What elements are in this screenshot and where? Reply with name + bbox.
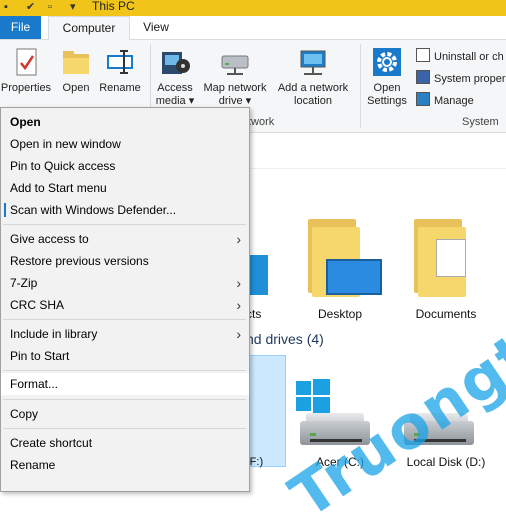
menu-item-label: Include in library <box>10 327 98 341</box>
menu-item-copy[interactable]: Copy <box>1 403 249 425</box>
chevron-right-icon: › <box>236 231 241 247</box>
menu-item-create-shortcut[interactable]: Create shortcut <box>1 432 249 454</box>
menu-item-label: 7-Zip <box>10 276 38 290</box>
windows-logo-icon <box>296 379 330 416</box>
open-button[interactable]: Open <box>58 46 94 95</box>
system-properties-icon <box>416 70 430 84</box>
menu-item-label: CRC SHA <box>10 298 65 312</box>
menu-item-crc-sha[interactable]: CRC SHA › <box>1 294 249 316</box>
tab-computer[interactable]: Computer <box>48 16 130 40</box>
title-bar: ▪ ✔ ▫ ▾ This PC <box>0 0 506 16</box>
uninstall-label: Uninstall or ch <box>434 51 504 63</box>
system-properties-button[interactable]: System proper <box>416 70 506 85</box>
rename-label: Rename <box>99 82 141 94</box>
menu-item-label: Restore previous versions <box>10 254 149 268</box>
ribbon-separator <box>360 44 361 128</box>
menu-separator <box>3 319 246 320</box>
new-folder-quick-icon[interactable]: ▫ <box>48 1 60 13</box>
tab-file[interactable]: File <box>0 16 41 39</box>
menu-item-label: Add to Start menu <box>10 181 107 195</box>
group-label-system: System <box>462 116 499 128</box>
explorer-icon[interactable]: ▪ <box>4 1 16 13</box>
access-media-button[interactable]: Access media ▾ <box>154 46 196 108</box>
manage-icon <box>416 92 430 106</box>
manage-label: Manage <box>434 95 474 107</box>
defender-icon <box>4 203 6 217</box>
menu-separator <box>3 399 246 400</box>
documents-label: Documents <box>415 307 477 321</box>
menu-item-label: Copy <box>10 407 39 421</box>
menu-item-label: Pin to Start <box>10 349 70 363</box>
map-network-drive-label: Map network drive ▾ <box>203 82 267 107</box>
menu-item-open-new-window[interactable]: Open in new window <box>1 133 249 155</box>
add-network-location-label: Add a network location <box>277 82 349 107</box>
rename-icon <box>104 46 136 78</box>
drive-f-selected[interactable] <box>246 355 286 467</box>
uninstall-icon <box>416 48 430 62</box>
menu-item-open[interactable]: Open <box>1 111 249 133</box>
uninstall-button[interactable]: Uninstall or ch <box>416 48 504 63</box>
chevron-right-icon: › <box>236 275 241 291</box>
menu-item-7zip[interactable]: 7-Zip › <box>1 272 249 294</box>
menu-item-label: Rename <box>10 458 56 472</box>
properties-icon <box>10 46 42 78</box>
gear-icon <box>371 46 403 78</box>
menu-separator <box>3 224 246 225</box>
map-network-drive-button[interactable]: Map network drive ▾ <box>199 46 271 108</box>
menu-item-restore-versions[interactable]: Restore previous versions <box>1 250 249 272</box>
system-properties-label: System proper <box>434 73 506 85</box>
menu-item-add-start-menu[interactable]: Add to Start menu <box>1 177 249 199</box>
menu-item-rename[interactable]: Rename <box>1 454 249 476</box>
menu-item-label: Scan with Windows Defender... <box>10 203 177 217</box>
open-label: Open <box>62 82 90 94</box>
media-icon <box>159 46 191 78</box>
properties-button[interactable]: Properties <box>0 46 52 95</box>
menu-item-include-library[interactable]: Include in library › <box>1 323 249 345</box>
menu-item-pin-quick-access[interactable]: Pin to Quick access <box>1 155 249 177</box>
rename-button[interactable]: Rename <box>98 46 142 95</box>
dropdown-quick-icon[interactable]: ▾ <box>70 1 82 13</box>
group-label-network: twork <box>248 116 275 128</box>
network-drive-icon <box>219 46 251 78</box>
desktop-icon <box>326 259 382 295</box>
desktop-label: Desktop <box>317 307 363 321</box>
menu-item-scan-defender[interactable]: Scan with Windows Defender... <box>1 199 249 221</box>
properties-quick-icon[interactable]: ✔ <box>26 1 38 13</box>
desktop-folder[interactable] <box>300 219 382 299</box>
context-menu: Open Open in new window Pin to Quick acc… <box>0 107 250 492</box>
network-location-icon <box>297 46 329 78</box>
menu-item-label: Format... <box>10 377 59 391</box>
menu-separator <box>3 428 246 429</box>
documents-icon <box>436 239 466 277</box>
menu-item-label: Pin to Quick access <box>10 159 116 173</box>
menu-item-format[interactable]: Format... <box>1 373 249 395</box>
ribbon-tabs: File Computer View <box>0 16 506 40</box>
open-settings-label: Open Settings <box>367 82 407 107</box>
menu-item-label: Create shortcut <box>10 436 93 450</box>
menu-item-label: Give access to <box>10 232 89 246</box>
drives-section-heading: nd drives (4) <box>246 331 324 347</box>
documents-folder[interactable] <box>406 219 486 299</box>
folder-icon <box>60 46 92 78</box>
properties-label: Properties <box>0 82 52 94</box>
open-settings-button[interactable]: Open Settings <box>364 46 410 108</box>
menu-item-give-access[interactable]: Give access to › <box>1 228 249 250</box>
menu-item-label: Open <box>10 115 41 129</box>
access-media-label: Access media ▾ <box>155 82 195 107</box>
manage-button[interactable]: Manage <box>416 92 474 107</box>
window-title: This PC <box>92 0 135 13</box>
menu-separator <box>3 370 246 371</box>
menu-item-pin-start[interactable]: Pin to Start <box>1 345 249 367</box>
chevron-right-icon: › <box>236 326 241 342</box>
add-network-location-button[interactable]: Add a network location <box>274 46 352 108</box>
tab-view[interactable]: View <box>136 16 176 39</box>
chevron-right-icon: › <box>236 297 241 313</box>
menu-item-label: Open in new window <box>10 137 121 151</box>
